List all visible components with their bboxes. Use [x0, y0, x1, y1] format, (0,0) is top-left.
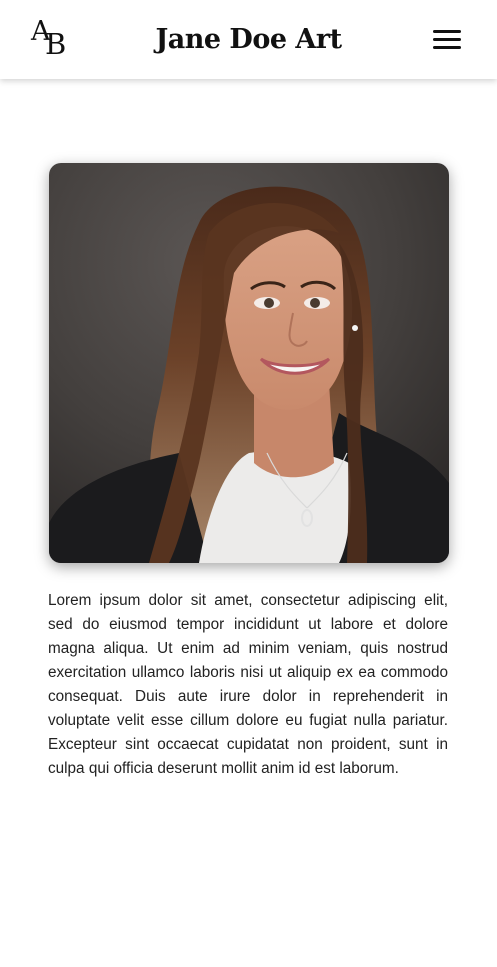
site-header: A B Jane Doe Art [0, 0, 497, 79]
menu-button[interactable] [428, 24, 466, 56]
portrait-photo [49, 163, 449, 563]
bio-text: Lorem ipsum dolor sit amet, consectetur … [48, 592, 448, 777]
site-logo[interactable]: A B [31, 18, 73, 62]
profile-photo [49, 163, 449, 563]
site-title: Jane Doe Art [155, 24, 342, 55]
logo-letter-b: B [45, 27, 67, 61]
